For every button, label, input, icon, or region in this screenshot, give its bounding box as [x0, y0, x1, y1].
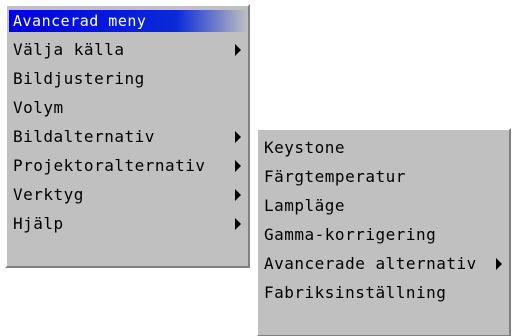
menu-item-help[interactable]: Hjälp: [7, 209, 248, 238]
submenu-arrow-icon: [235, 130, 241, 143]
submenu-item-advanced-options[interactable]: Avancerade alternativ: [258, 249, 509, 278]
submenu-arrow-icon: [235, 188, 241, 201]
submenu-arrow-icon: [235, 159, 241, 172]
submenu-item-gamma-correction[interactable]: Gamma-korrigering: [258, 220, 509, 249]
menu-item-label: Bildalternativ: [13, 127, 155, 146]
menu-item-label: Avancerade alternativ: [264, 254, 477, 273]
menu-title-advanced[interactable]: Avancerad meny: [9, 10, 248, 32]
submenu-arrow-icon: [235, 217, 241, 230]
menu-item-tools[interactable]: Verktyg: [7, 180, 248, 209]
menu-item-label: Keystone: [264, 138, 346, 157]
menu-item-label: Välja källa: [13, 40, 125, 59]
menu-item-image-options[interactable]: Bildalternativ: [7, 122, 248, 151]
advanced-menu: Avancerad meny Välja källa Bildjustering…: [5, 4, 250, 268]
submenu-item-keystone[interactable]: Keystone: [258, 133, 509, 162]
image-options-submenu: Keystone Färgtemperatur Lampläge Gamma-k…: [256, 128, 511, 336]
menu-item-label: Bildjustering: [13, 69, 145, 88]
menu-item-select-source[interactable]: Välja källa: [7, 35, 248, 64]
menu-item-label: Gamma-korrigering: [264, 225, 437, 244]
submenu-item-factory-default[interactable]: Fabriksinställning: [258, 278, 509, 307]
submenu-arrow-icon: [496, 257, 502, 270]
menu-item-volume[interactable]: Volym: [7, 93, 248, 122]
menu-title-label: Avancerad meny: [13, 12, 147, 30]
menu-item-picture-adjust[interactable]: Bildjustering: [7, 64, 248, 93]
submenu-arrow-icon: [235, 43, 241, 56]
menu-item-label: Verktyg: [13, 185, 84, 204]
menu-item-label: Projektoralternativ: [13, 156, 206, 175]
menu-item-label: Färgtemperatur: [264, 167, 406, 186]
submenu-item-color-temperature[interactable]: Färgtemperatur: [258, 162, 509, 191]
menu-item-label: Volym: [13, 98, 64, 117]
menu-item-label: Lampläge: [264, 196, 346, 215]
submenu-item-lamp-mode[interactable]: Lampläge: [258, 191, 509, 220]
menu-item-label: Hjälp: [13, 214, 64, 233]
menu-item-projector-options[interactable]: Projektoralternativ: [7, 151, 248, 180]
menu-item-label: Fabriksinställning: [264, 283, 447, 302]
